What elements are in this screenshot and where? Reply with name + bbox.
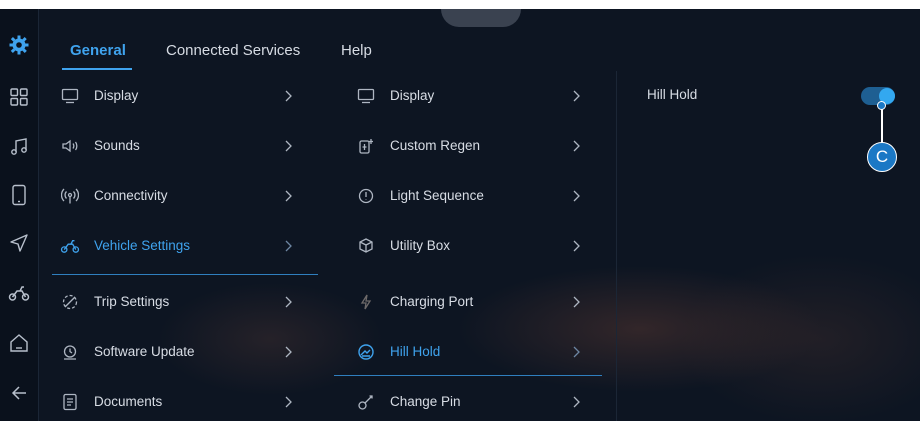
light-icon (356, 186, 376, 206)
chevron-right-icon (570, 138, 582, 154)
menu-item-documents[interactable]: Documents (38, 377, 320, 421)
menu-item-connectivity[interactable]: Connectivity (38, 171, 320, 221)
chevron-right-icon (282, 88, 294, 104)
submenu-item-display[interactable]: Display (334, 71, 604, 121)
menu-item-label: Display (94, 88, 139, 103)
tab-help[interactable]: Help (341, 42, 372, 59)
submenu-item-utility-box[interactable]: Utility Box (334, 221, 604, 271)
menu-item-label: Trip Settings (94, 294, 170, 309)
charging-icon (356, 292, 376, 312)
chevron-right-icon (570, 238, 582, 254)
hill-hold-icon (356, 342, 376, 362)
submenu-item-label: Change Pin (390, 394, 461, 409)
regen-icon (356, 136, 376, 156)
tab-bar: General Connected Services Help (38, 9, 920, 71)
chevron-right-icon (282, 394, 294, 410)
menu-item-trip-settings[interactable]: Trip Settings (38, 277, 320, 327)
submenu-item-change-pin[interactable]: Change Pin (334, 377, 604, 421)
chevron-right-icon (570, 294, 582, 310)
menu-item-display[interactable]: Display (38, 71, 320, 121)
menu-item-label: Documents (94, 394, 163, 409)
speaker-icon (60, 136, 80, 156)
chevron-right-icon (570, 394, 582, 410)
tab-general[interactable]: General (70, 42, 126, 59)
submenu-item-hill-hold[interactable]: Hill Hold (334, 327, 604, 377)
callout-marker: C (867, 142, 897, 172)
signal-icon (60, 186, 80, 206)
navigation-icon[interactable] (0, 227, 38, 259)
chevron-right-icon (282, 294, 294, 310)
active-item-divider (334, 375, 602, 376)
chevron-right-icon (570, 344, 582, 360)
menu-item-vehicle-settings[interactable]: Vehicle Settings (38, 221, 320, 271)
infotainment-screen: General Connected Services Help Display … (0, 9, 920, 421)
monitor-icon (60, 86, 80, 106)
submenu-item-label: Charging Port (390, 294, 474, 309)
phone-icon[interactable] (0, 179, 38, 211)
home-icon[interactable] (0, 327, 38, 359)
hill-hold-detail-panel: Hill Hold C (616, 71, 920, 421)
scooter-icon[interactable] (0, 277, 38, 309)
scooter-icon (60, 236, 80, 256)
document-icon (60, 392, 80, 412)
chevron-right-icon (282, 138, 294, 154)
submenu-item-label: Light Sequence (390, 188, 484, 203)
submenu-item-label: Hill Hold (390, 344, 441, 359)
sidebar (0, 9, 39, 421)
apps-grid-icon[interactable] (0, 81, 38, 113)
update-icon (60, 342, 80, 362)
submenu-item-label: Utility Box (390, 238, 451, 253)
callout-anchor-dot (877, 101, 886, 110)
trip-icon (60, 292, 80, 312)
back-arrow-icon[interactable] (0, 377, 38, 409)
menu-item-sounds[interactable]: Sounds (38, 121, 320, 171)
chevron-right-icon (570, 88, 582, 104)
active-tab-underline (62, 68, 132, 70)
submenu-item-light-sequence[interactable]: Light Sequence (334, 171, 604, 221)
vehicle-settings-submenu: Display Custom Regen Light Sequence Util… (334, 71, 604, 421)
hill-hold-label: Hill Hold (647, 87, 698, 102)
chevron-right-icon (570, 188, 582, 204)
tab-connected-services[interactable]: Connected Services (166, 42, 300, 59)
active-item-divider (52, 274, 318, 275)
monitor-icon (356, 86, 376, 106)
box-icon (356, 236, 376, 256)
music-icon[interactable] (0, 131, 38, 163)
chevron-right-icon (282, 188, 294, 204)
submenu-item-charging-port[interactable]: Charging Port (334, 277, 604, 327)
menu-item-label: Software Update (94, 344, 195, 359)
settings-menu: Display Sounds Connectivity Vehicle Sett… (38, 71, 320, 421)
menu-item-label: Vehicle Settings (94, 238, 191, 253)
menu-item-label: Sounds (94, 138, 140, 153)
chevron-right-icon (282, 344, 294, 360)
chevron-right-icon (282, 238, 294, 254)
settings-gear-icon[interactable] (0, 29, 38, 61)
submenu-item-label: Display (390, 88, 435, 103)
submenu-item-label: Custom Regen (390, 138, 481, 153)
key-icon (356, 392, 376, 412)
menu-item-software-update[interactable]: Software Update (38, 327, 320, 377)
submenu-item-custom-regen[interactable]: Custom Regen (334, 121, 604, 171)
menu-item-label: Connectivity (94, 188, 168, 203)
